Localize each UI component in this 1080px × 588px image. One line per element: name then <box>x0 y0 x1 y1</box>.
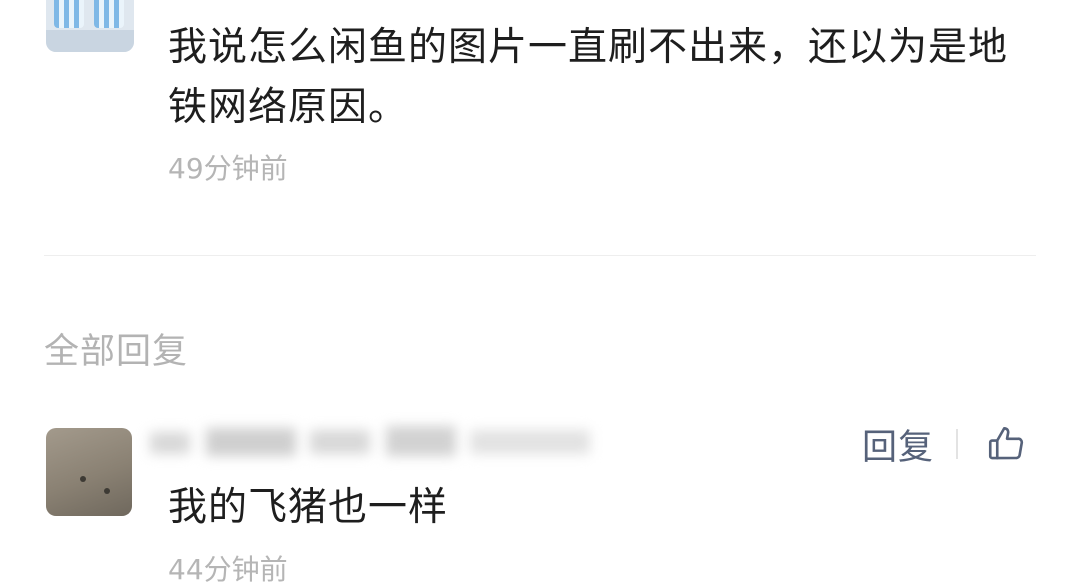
comment-text: 我说怎么闲鱼的图片一直刷不出来，还以为是地铁网络原因。 <box>168 25 1009 130</box>
avatar-photo-detail <box>54 0 84 28</box>
avatar-photo-detail <box>46 30 134 52</box>
reply-actions: 回复 <box>862 420 1028 468</box>
avatar-photo-detail <box>80 476 86 482</box>
reply-button[interactable]: 回复 <box>862 419 934 470</box>
thumbs-up-icon[interactable] <box>984 422 1028 466</box>
commenter-avatar[interactable] <box>46 0 134 52</box>
all-replies-heading: 全部回复 <box>44 332 189 372</box>
replier-name-blurred <box>150 418 600 468</box>
reply-timestamp: 44分钟前 <box>168 553 288 586</box>
section-divider <box>44 255 1036 256</box>
replier-avatar[interactable] <box>46 428 132 516</box>
comment-timestamp: 49分钟前 <box>168 152 288 185</box>
avatar-photo-detail <box>104 488 110 494</box>
reply-text: 我的飞猪也一样 <box>168 485 449 530</box>
action-separator <box>956 429 958 459</box>
avatar-photo-detail <box>94 0 124 28</box>
